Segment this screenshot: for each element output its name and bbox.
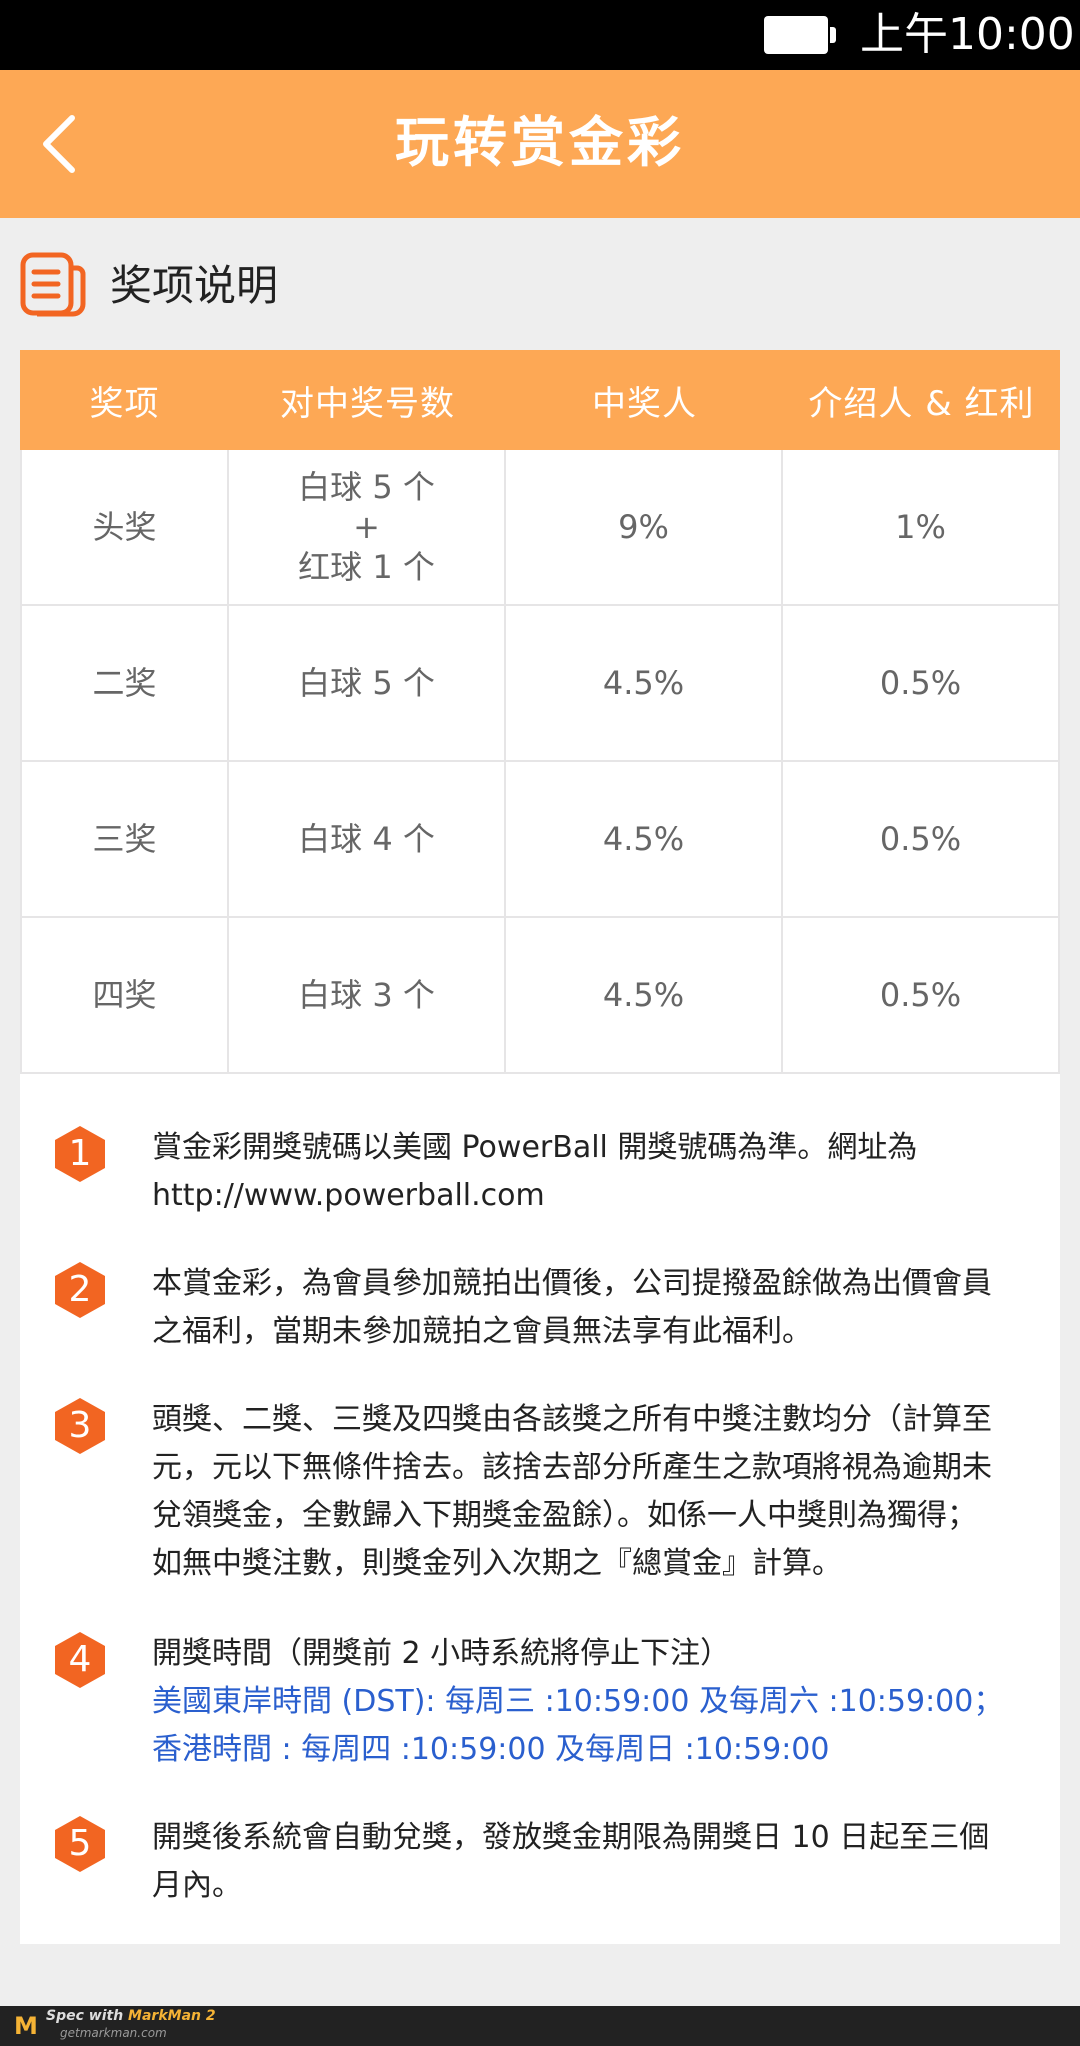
hexagon-badge-icon: 3: [50, 1396, 110, 1456]
referrer-cell: 0.5%: [783, 606, 1060, 760]
winner-cell: 4.5%: [506, 762, 783, 916]
header-referrer: 介绍人 & 红利: [808, 383, 1035, 424]
footer-title: Spec with MarkMan 2: [46, 2008, 216, 2024]
document-list-icon: [20, 252, 86, 318]
rule-number: 5: [68, 1823, 92, 1864]
rule-line: 頭獎、二獎、三獎及四獎由各該獎之所有中獎注數均分（計算至: [152, 1402, 992, 1437]
match-cell: 白球 3 个: [229, 918, 506, 1072]
referrer-cell: 0.5%: [783, 762, 1060, 916]
rule-number: 2: [68, 1269, 92, 1310]
status-time: 上午10:00: [860, 9, 1075, 60]
match-cell: 白球 4 个: [229, 762, 506, 916]
rule-text: 賞金彩開獎號碼以美國 PowerBall 開獎號碼為準。網址為 http://w…: [152, 1124, 1072, 1220]
rule-text: 開獎後系統會自動兌獎，發放獎金期限為開獎日 10 日起至三個 月內。: [152, 1814, 1072, 1910]
footer-brand: MarkMan 2: [128, 2008, 216, 2024]
rule-text: 本賞金彩，為會員參加競拍出價後，公司提撥盈餘做為出價會員 之福利，當期未參加競拍…: [152, 1260, 1072, 1356]
status-bar: 上午10:00: [0, 0, 1080, 70]
rule-number: 1: [68, 1133, 92, 1174]
match-plus: +: [353, 508, 380, 546]
winner-cell: 4.5%: [506, 606, 783, 760]
table-row: 四奖 白球 3 个 4.5% 0.5%: [20, 918, 1060, 1074]
hexagon-badge-icon: 1: [50, 1124, 110, 1184]
battery-icon: [764, 16, 836, 54]
rule-line: 元，元以下無條件捨去。該捨去部分所產生之款項將視為逾期未: [152, 1450, 992, 1485]
prize-cell: 头奖: [20, 450, 229, 604]
rule-line: 開獎時間（開獎前 2 小時系統將停止下注）: [152, 1636, 731, 1671]
rule-link[interactable]: http://www.powerball.com: [152, 1172, 1072, 1220]
header-winner: 中奖人: [592, 383, 697, 424]
rule-line: 月內。: [152, 1868, 242, 1903]
hexagon-badge-icon: 2: [50, 1260, 110, 1320]
match-cell: 白球 5 个 + 红球 1 个: [229, 450, 506, 604]
table-row: 二奖 白球 5 个 4.5% 0.5%: [20, 606, 1060, 762]
rule-number: 4: [68, 1639, 92, 1680]
rule-line: 本賞金彩，為會員參加競拍出價後，公司提撥盈餘做為出價會員: [152, 1266, 992, 1301]
match-cell: 白球 5 个: [229, 606, 506, 760]
section-title: 奖项说明: [110, 261, 279, 310]
table-row: 三奖 白球 4 个 4.5% 0.5%: [20, 762, 1060, 918]
rules-panel: 1 賞金彩開獎號碼以美國 PowerBall 開獎號碼為準。網址為 http:/…: [20, 1074, 1060, 1944]
hexagon-badge-icon: 5: [50, 1814, 110, 1874]
prize-cell: 三奖: [20, 762, 229, 916]
referrer-cell: 1%: [783, 450, 1060, 604]
header-prize: 奖项: [89, 383, 160, 424]
rule-line: 賞金彩開獎號碼以美國 PowerBall 開獎號碼為準。網址為: [152, 1130, 918, 1165]
rule-number: 3: [68, 1405, 92, 1446]
hexagon-badge-icon: 4: [50, 1630, 110, 1690]
table-header: 奖项 对中奖号数 中奖人 介绍人 & 红利: [20, 350, 1060, 450]
footer-prefix: Spec with: [46, 2008, 129, 2024]
footer-url[interactable]: getmarkman.com: [60, 2026, 167, 2040]
draw-time-hk: 香港時間 : 每周四 :10:59:00 及每周日 :10:59:00: [152, 1732, 830, 1767]
rule-line: 之福利，當期未參加競拍之會員無法享有此福利。: [152, 1314, 812, 1349]
page-title: 玩转赏金彩: [395, 111, 685, 174]
prize-cell: 四奖: [20, 918, 229, 1072]
table-row: 头奖 白球 5 个 + 红球 1 个 9% 1%: [20, 450, 1060, 606]
match-line: 白球 5 个: [298, 468, 435, 506]
app-bar: 玩转赏金彩: [0, 70, 1080, 218]
prize-table: 奖项 对中奖号数 中奖人 介绍人 & 红利 头奖 白球 5 个 + 红球 1 个…: [20, 350, 1060, 1074]
rule-line: 如無中獎注數，則獎金列入次期之『總賞金』計算。: [152, 1546, 842, 1581]
prize-cell: 二奖: [20, 606, 229, 760]
referrer-cell: 0.5%: [783, 918, 1060, 1072]
draw-time-us: 美國東岸時間 (DST): 每周三 :10:59:00 及每周六 :10:59:…: [152, 1684, 1004, 1719]
rule-line: 開獎後系統會自動兌獎，發放獎金期限為開獎日 10 日起至三個: [152, 1820, 990, 1855]
rule-text: 開獎時間（開獎前 2 小時系統將停止下注） 美國東岸時間 (DST): 每周三 …: [152, 1630, 1072, 1774]
rule-line: 兌領獎金，全數歸入下期獎金盈餘）。如係一人中獎則為獨得；: [152, 1498, 977, 1533]
markman-logo-icon: M: [14, 2012, 38, 2040]
header-match: 对中奖号数: [280, 383, 455, 424]
winner-cell: 4.5%: [506, 918, 783, 1072]
match-line: 红球 1 个: [298, 548, 435, 586]
rule-text: 頭獎、二獎、三獎及四獎由各該獎之所有中獎注數均分（計算至 元，元以下無條件捨去。…: [152, 1396, 1072, 1588]
winner-cell: 9%: [506, 450, 783, 604]
markman-footer: M Spec with MarkMan 2 getmarkman.com: [0, 2006, 1080, 2046]
